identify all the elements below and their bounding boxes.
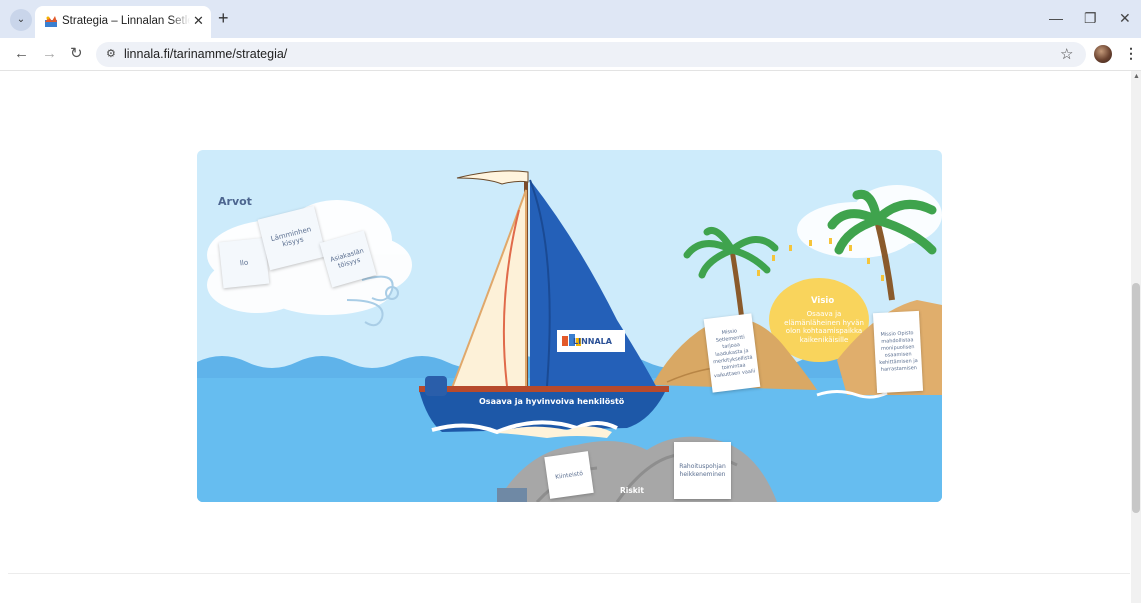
browser-toolbar: ← → ↻ ⚙ linnala.fi/tarinamme/strategia/ … bbox=[0, 38, 1141, 71]
risk-rahoituspohja: Rahoituspohjan heikkeneminen bbox=[679, 462, 726, 478]
url-text[interactable]: linnala.fi/tarinamme/strategia/ bbox=[124, 47, 287, 61]
reload-button[interactable]: ↻ bbox=[70, 46, 83, 62]
forward-button[interactable]: → bbox=[42, 46, 57, 62]
sail-logo-text: LINNALA bbox=[573, 337, 612, 346]
risk-kiinteisto: Kiinteistö bbox=[554, 469, 584, 481]
scroll-up-arrow-icon[interactable]: ▲ bbox=[1133, 73, 1140, 80]
site-info-icon[interactable]: ⚙ bbox=[106, 47, 116, 60]
risk-card-kiinteisto: Kiinteistö bbox=[544, 451, 594, 499]
mission-setlementti-text: Missio Setlementti tarjoaa laadukasta ja… bbox=[712, 327, 756, 379]
strategy-illustration: Arvot Ilo Lämminhen kisyys Asiakaslän tö… bbox=[197, 150, 942, 502]
new-tab-button[interactable]: + bbox=[218, 9, 229, 27]
value-lamminhenkisyys: Lämminhen kisyys bbox=[269, 225, 313, 249]
bookmark-star-icon[interactable]: ☆ bbox=[1060, 45, 1073, 63]
values-title: Arvot bbox=[218, 195, 252, 208]
mission-opisto-text: Missio Opisto mahdollistaa monipuolisen … bbox=[879, 330, 918, 373]
risk-card-rahoituspohja: Rahoituspohjan heikkeneminen bbox=[674, 442, 731, 499]
close-window-button[interactable]: ✕ bbox=[1119, 10, 1131, 26]
mission-card-opisto: Missio Opisto mahdollistaa monipuolisen … bbox=[872, 310, 924, 394]
tab-close-icon[interactable]: ✕ bbox=[193, 13, 204, 29]
back-button[interactable]: ← bbox=[14, 46, 29, 62]
tab-strip: ⌄ Strategia – Linnalan Setlementti ✕ + —… bbox=[0, 0, 1141, 38]
value-asiakaslahtoisyys: Asiakaslän töisyys bbox=[329, 246, 365, 270]
risks-title: Riskit bbox=[620, 486, 644, 495]
browser-menu-icon[interactable]: ⋮ bbox=[1124, 45, 1138, 62]
value-ilo: Ilo bbox=[239, 258, 249, 268]
address-bar[interactable]: ⚙ linnala.fi/tarinamme/strategia/ ☆ bbox=[96, 42, 1086, 67]
tab-search-button[interactable]: ⌄ bbox=[10, 9, 32, 31]
footer-divider bbox=[8, 573, 1130, 574]
vision-title: Visio bbox=[811, 296, 835, 306]
minimize-button[interactable]: — bbox=[1049, 10, 1063, 26]
boat-banner: Osaava ja hyvinvoiva henkilöstö bbox=[479, 397, 625, 406]
linnala-favicon-icon bbox=[45, 16, 57, 27]
restore-button[interactable]: ❐ bbox=[1084, 10, 1097, 26]
scrollbar-thumb[interactable] bbox=[1132, 283, 1140, 513]
mission-card-setlementti: Missio Setlementti tarjoaa laadukasta ja… bbox=[703, 313, 761, 393]
tab-title: Strategia – Linnalan Setlementti bbox=[62, 15, 190, 27]
tab-strategia[interactable]: Strategia – Linnalan Setlementti ✕ bbox=[35, 6, 211, 38]
vision-text: Osaava ja elämänläheinen hyvän olon koht… bbox=[784, 310, 864, 344]
value-card-ilo: Ilo bbox=[218, 237, 270, 289]
profile-avatar[interactable] bbox=[1094, 45, 1112, 63]
